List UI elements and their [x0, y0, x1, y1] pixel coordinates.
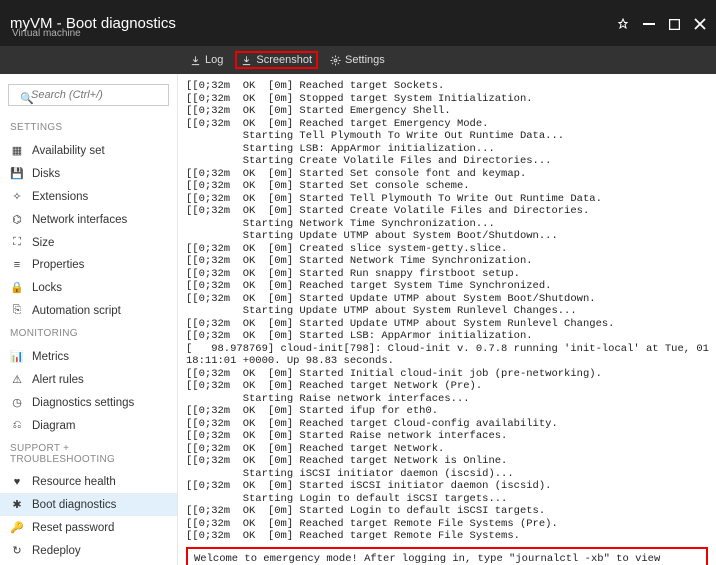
sidebar-item-metrics[interactable]: 📊Metrics — [0, 345, 177, 368]
boot-log: [[0;32m OK [0m] Reached target Sockets. … — [186, 80, 708, 543]
properties-icon: ≡ — [10, 259, 24, 271]
group-monitoring: MONITORING — [0, 322, 177, 345]
console-output: [[0;32m OK [0m] Reached target Sockets. … — [178, 74, 716, 565]
window-subtitle: Virtual machine — [12, 28, 81, 39]
group-settings: SETTINGS — [0, 116, 177, 139]
minimize-icon[interactable] — [643, 16, 655, 31]
script-icon: ⎘ — [10, 304, 24, 317]
title-bar: myVM - Boot diagnostics Virtual machine — [0, 0, 716, 46]
group-support: SUPPORT + TROUBLESHOOTING — [0, 437, 177, 471]
lock-icon: 🔒 — [10, 281, 24, 294]
screenshot-label: Screenshot — [256, 54, 312, 66]
pin-icon[interactable] — [617, 16, 629, 31]
sidebar-item-properties[interactable]: ≡Properties — [0, 254, 177, 276]
maximize-icon[interactable] — [669, 16, 680, 31]
sidebar-item-diagnostics[interactable]: ◷Diagnostics settings — [0, 391, 177, 414]
key-icon: 🔑 — [10, 521, 24, 534]
emergency-banner: Welcome to emergency mode! After logging… — [186, 547, 708, 565]
log-label: Log — [205, 54, 223, 66]
settings-button[interactable]: Settings — [324, 51, 391, 69]
screenshot-button[interactable]: Screenshot — [235, 51, 318, 69]
download-icon — [241, 54, 252, 66]
sidebar-item-size[interactable]: ⛶Size — [0, 231, 177, 254]
close-icon[interactable] — [694, 16, 706, 31]
heart-icon: ♥ — [10, 476, 24, 488]
sidebar-item-disks[interactable]: 💾Disks — [0, 162, 177, 185]
sidebar-item-resourcehealth[interactable]: ♥Resource health — [0, 471, 177, 493]
diagnostics-icon: ◷ — [10, 396, 24, 409]
disk-icon: 💾 — [10, 167, 24, 180]
sidebar-item-locks[interactable]: 🔒Locks — [0, 276, 177, 299]
metrics-icon: 📊 — [10, 350, 24, 363]
redeploy-icon: ↻ — [10, 544, 24, 557]
boot-icon: ✱ — [10, 498, 24, 511]
sidebar-item-alerts[interactable]: ⚠Alert rules — [0, 368, 177, 391]
sidebar-item-automation[interactable]: ⎘Automation script — [0, 299, 177, 322]
alert-icon: ⚠ — [10, 373, 24, 386]
sidebar-item-resetpwd[interactable]: 🔑Reset password — [0, 516, 177, 539]
sidebar-item-availability[interactable]: ▦Availability set — [0, 139, 177, 162]
search-box: 🔍 — [8, 84, 169, 106]
network-icon: ⌬ — [10, 213, 24, 226]
availability-icon: ▦ — [10, 144, 24, 157]
sidebar-item-diagram[interactable]: ⎌Diagram — [0, 414, 177, 437]
sidebar: 🔍 SETTINGS ▦Availability set 💾Disks ✧Ext… — [0, 74, 178, 565]
settings-label: Settings — [345, 54, 385, 66]
emergency-text: Welcome to emergency mode! After logging… — [194, 553, 700, 565]
download-icon — [190, 54, 201, 66]
sidebar-item-nic[interactable]: ⌬Network interfaces — [0, 208, 177, 231]
size-icon: ⛶ — [10, 236, 24, 249]
sidebar-item-redeploy[interactable]: ↻Redeploy — [0, 539, 177, 562]
gear-icon — [330, 54, 341, 66]
log-button[interactable]: Log — [184, 51, 229, 69]
search-icon: 🔍 — [20, 92, 34, 105]
sidebar-item-bootdiag[interactable]: ✱Boot diagnostics — [0, 493, 177, 516]
diagram-icon: ⎌ — [10, 419, 24, 432]
sidebar-item-extensions[interactable]: ✧Extensions — [0, 185, 177, 208]
extensions-icon: ✧ — [10, 190, 24, 203]
toolbar: Log Screenshot Settings — [0, 46, 716, 74]
